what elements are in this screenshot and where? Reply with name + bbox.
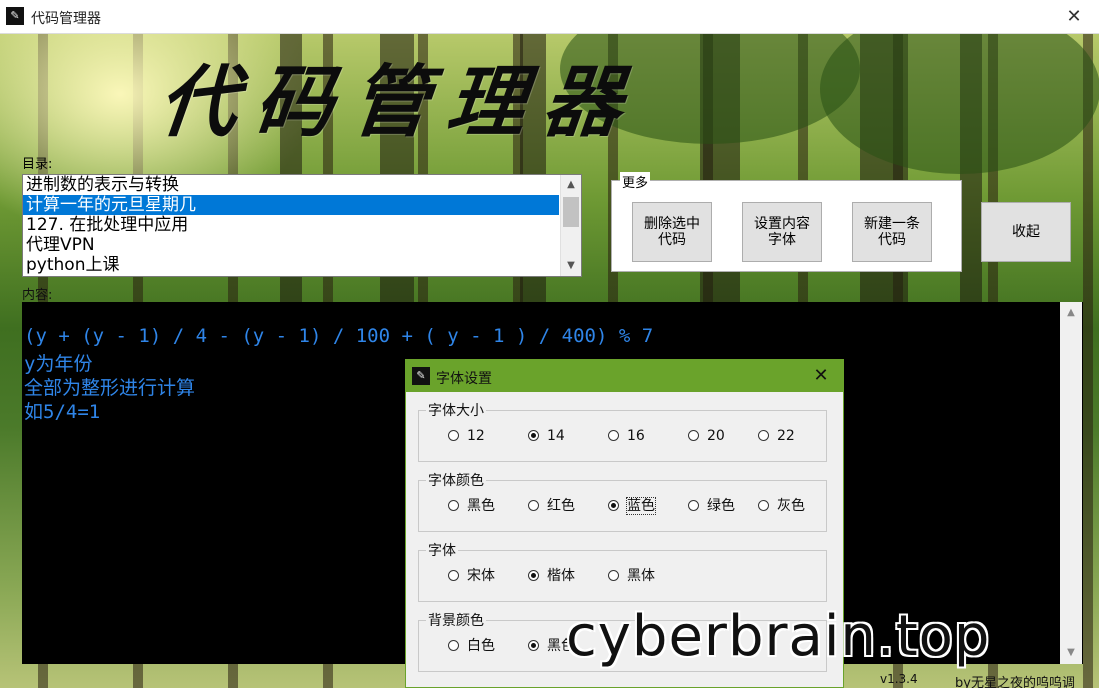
background-color-legend: 背景颜色 [426,610,486,630]
radio-circle-icon [448,639,459,651]
font-size-radio[interactable]: 16 [608,426,645,446]
radio-label: 12 [467,428,485,444]
delete-button-label: 删除选中 代码 [644,216,700,248]
watermark-text: cyberbrain.top [566,604,991,669]
directory-list-item[interactable]: 代理VPN [23,235,559,255]
set-content-font-button[interactable]: 设置内容 字体 [742,202,822,262]
app-banner-title: 代码管理器 [154,57,645,148]
radio-label: 黑体 [627,568,655,584]
radio-label: 白色 [467,638,495,654]
radio-circle-icon [608,499,619,511]
app-feather-icon: ✎ [6,7,24,25]
content-line: y为年份 [24,353,93,375]
radio-circle-icon [528,569,539,581]
font-button-label: 设置内容 字体 [754,216,810,248]
more-group-legend: 更多 [620,172,651,191]
radio-label: 16 [627,428,645,444]
radio-circle-icon [448,569,459,581]
background-color-radio[interactable]: 白色 [448,636,495,656]
dialog-title: 字体设置 [436,371,492,387]
radio-circle-icon [758,429,769,441]
font-size-radio[interactable]: 12 [448,426,485,446]
radio-circle-icon [528,499,539,511]
font-color-radio[interactable]: 蓝色 [608,496,656,516]
radio-circle-icon [688,429,699,441]
new-code-button[interactable]: 新建一条 代码 [852,202,932,262]
dialog-title-bar[interactable]: ✎ 字体设置 ✕ [406,360,843,392]
radio-label: 绿色 [707,498,735,514]
directory-scrollbar[interactable]: ▲ ▼ [560,175,581,276]
radio-circle-icon [528,639,539,651]
title-bar: ✎ 代码管理器 ✕ [0,0,1099,34]
radio-circle-icon [448,429,459,441]
directory-list-item[interactable]: python上课 [23,255,559,275]
content-line: (y + (y - 1) / 4 - (y - 1) / 100 + ( y -… [24,325,654,347]
directory-list-item[interactable]: 计算一年的元旦星期几 [23,195,559,215]
content-line: 如5/4=1 [24,401,101,423]
content-line: 全部为整形进行计算 [24,377,196,399]
directory-list-item[interactable]: 127. 在批处理中应用 [23,215,559,235]
radio-label: 20 [707,428,725,444]
version-text: v1.3.4 [880,672,918,686]
directory-label: 目录: [22,157,53,172]
scroll-down-icon[interactable]: ▼ [561,256,581,276]
radio-circle-icon [688,499,699,511]
font-size-radio[interactable]: 20 [688,426,725,446]
author-text: by无星之夜的呜呜调 [955,676,1075,688]
radio-label: 灰色 [777,498,805,514]
font-size-radio[interactable]: 22 [758,426,795,446]
radio-circle-icon [448,499,459,511]
font-family-legend: 字体 [426,540,458,560]
collapse-button-label: 收起 [1012,224,1040,240]
radio-label: 蓝色 [626,497,656,515]
window-title: 代码管理器 [31,11,101,27]
radio-label: 楷体 [547,568,575,584]
scroll-up-icon[interactable]: ▲ [1060,302,1082,324]
font-size-radio[interactable]: 14 [528,426,565,446]
font-color-radio[interactable]: 绿色 [688,496,735,516]
scroll-up-icon[interactable]: ▲ [561,175,581,195]
font-color-radio[interactable]: 红色 [528,496,575,516]
radio-circle-icon [608,429,619,441]
radio-label: 22 [777,428,795,444]
font-family-radio[interactable]: 宋体 [448,566,495,586]
directory-listbox[interactable]: 进制数的表示与转换 计算一年的元旦星期几 127. 在批处理中应用 代理VPN pyth… [22,174,582,277]
font-color-radio[interactable]: 灰色 [758,496,805,516]
radio-label: 黑色 [467,498,495,514]
radio-circle-icon [608,569,619,581]
dialog-close-icon[interactable]: ✕ [809,364,833,388]
collapse-button[interactable]: 收起 [981,202,1071,262]
font-color-radio[interactable]: 黑色 [448,496,495,516]
radio-circle-icon [758,499,769,511]
font-family-radio[interactable]: 楷体 [528,566,575,586]
scroll-thumb[interactable] [563,197,579,227]
content-scrollbar[interactable]: ▲ ▼ [1060,302,1082,664]
font-color-legend: 字体颜色 [426,470,486,490]
font-family-radio[interactable]: 黑体 [608,566,655,586]
radio-circle-icon [528,429,539,441]
radio-label: 14 [547,428,565,444]
new-button-label: 新建一条 代码 [864,216,920,248]
radio-label: 宋体 [467,568,495,584]
font-size-legend: 字体大小 [426,400,486,420]
delete-selected-button[interactable]: 删除选中 代码 [632,202,712,262]
radio-label: 红色 [547,498,575,514]
directory-list-item[interactable]: 进制数的表示与转换 [23,175,559,195]
content-label: 内容: [22,288,53,303]
close-icon[interactable]: ✕ [1061,5,1087,29]
dialog-feather-icon: ✎ [412,367,430,385]
scroll-down-icon[interactable]: ▼ [1060,642,1082,664]
